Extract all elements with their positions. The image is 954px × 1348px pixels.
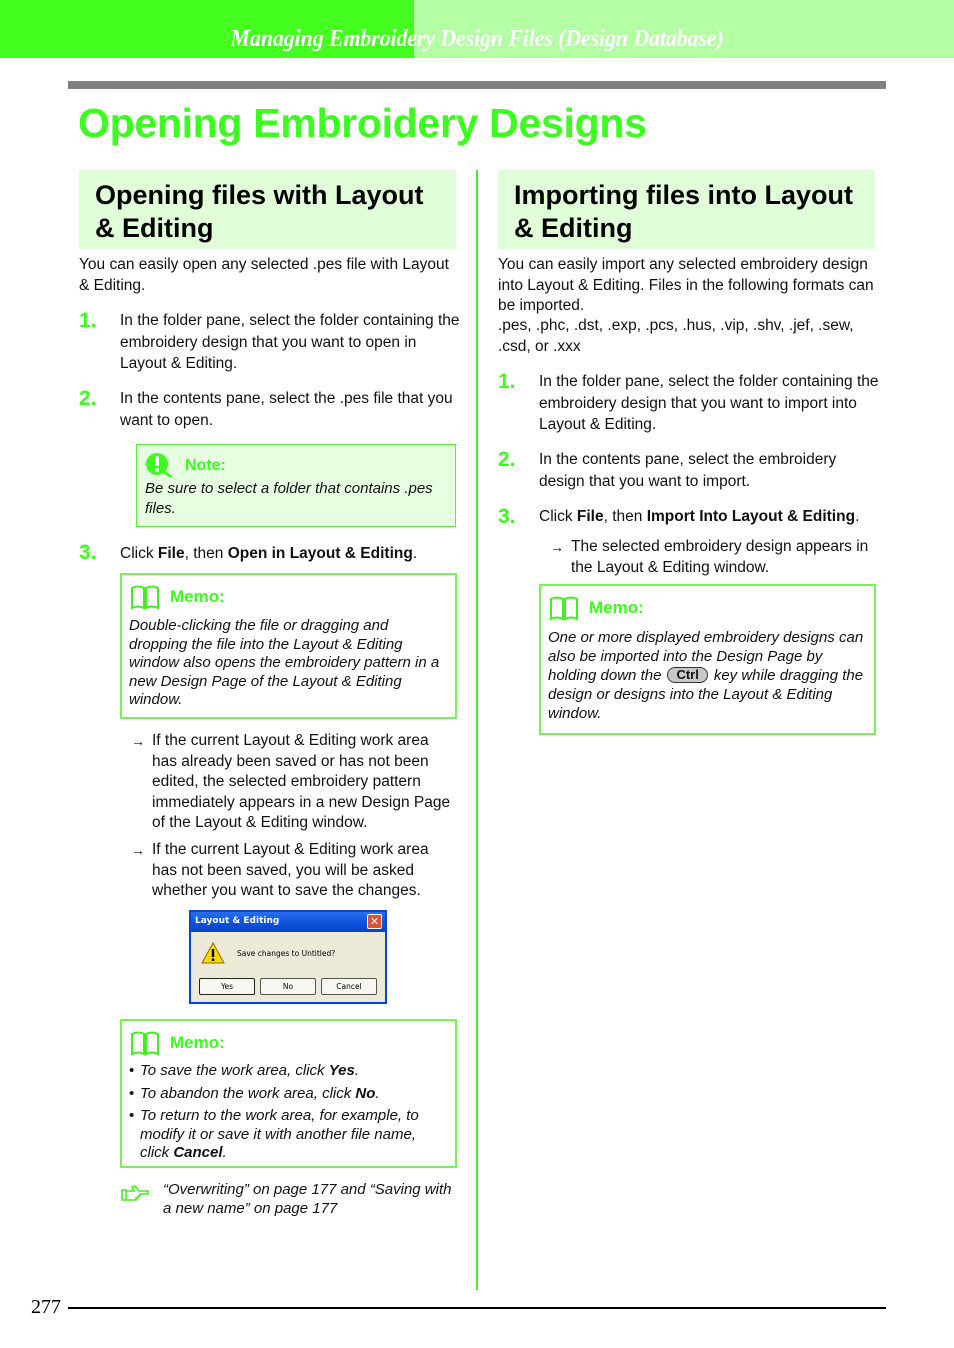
bullet-bold: No <box>355 1084 376 1102</box>
result-text: The selected embroidery design appears i… <box>571 538 869 576</box>
step-text-part: Click <box>539 508 577 525</box>
bullet-text: . <box>375 1084 380 1102</box>
dialog-message: Save changes to Untitled? <box>237 949 336 958</box>
memo-box: Memo: One or more displayed embroidery d… <box>539 584 876 735</box>
book-icon <box>550 596 578 621</box>
cross-reference[interactable]: “Overwriting” on page 177 and “Saving wi… <box>163 1180 453 1218</box>
menu-name-file: File <box>576 508 604 525</box>
menu-name-file: File <box>157 545 185 562</box>
left-intro: You can easily open any selected .pes fi… <box>79 256 449 294</box>
bullet-text: . <box>222 1144 227 1161</box>
dialog-titlebar: Layout & Editing ✕ <box>191 912 385 932</box>
warning-icon <box>201 942 225 964</box>
yes-button[interactable]: Yes <box>199 978 255 995</box>
memo-bullet-list: To save the work area, click Yes. To aba… <box>129 1062 444 1167</box>
right-intro: You can easily import any selected embro… <box>498 256 874 314</box>
section-heading-opening: Opening files with Layout & Editing <box>79 170 456 249</box>
memo-bullet: To return to the work area, for example,… <box>129 1107 444 1163</box>
memo-bullet: To abandon the work area, click No. <box>129 1085 444 1104</box>
arrow-right-icon: → <box>131 733 145 749</box>
memo-box: Memo: To save the work area, click Yes. … <box>120 1019 457 1168</box>
pointing-hand-icon <box>121 1185 149 1201</box>
column-divider <box>476 170 478 1290</box>
chapter-title: Managing Embroidery Design Files (Design… <box>230 26 724 52</box>
note-exclamation-icon <box>146 453 173 477</box>
no-button[interactable]: No <box>260 978 316 995</box>
step-text: In the folder pane, select the folder co… <box>120 312 460 372</box>
memo-label: Memo: <box>170 1033 225 1052</box>
save-changes-dialog: Layout & Editing ✕ Save changes to Untit… <box>189 910 387 1004</box>
menu-command-import: Import Into Layout & Editing <box>646 508 856 525</box>
step-text-part: , then <box>603 508 647 525</box>
note-box: Note: Be sure to select a folder that co… <box>136 444 456 527</box>
close-icon[interactable]: ✕ <box>367 914 382 929</box>
result-item: → If the current Layout & Editing work a… <box>131 731 457 834</box>
step-text: In the contents pane, select the .pes fi… <box>120 390 453 429</box>
cancel-button[interactable]: Cancel <box>321 978 377 995</box>
supported-formats: .pes, .phc, .dst, .exp, .pcs, .hus, .vip… <box>498 317 854 355</box>
menu-command-open: Open in Layout & Editing <box>227 545 413 562</box>
step-text: In the contents pane, select the embroid… <box>539 451 837 490</box>
step-text: In the folder pane, select the folder co… <box>539 373 879 433</box>
step-text-part: . <box>855 508 860 525</box>
step-text-part: , then <box>184 545 228 562</box>
step-number: 3. <box>79 541 97 564</box>
page-number: 277 <box>31 1296 61 1318</box>
arrow-right-icon: → <box>131 842 145 858</box>
memo-label: Memo: <box>170 587 225 606</box>
result-item: → The selected embroidery design appears… <box>550 537 876 578</box>
step-number: 2. <box>79 387 97 410</box>
bullet-text: To save the work area, click <box>140 1062 329 1079</box>
step-number: 3. <box>498 505 516 528</box>
memo-bullet: To save the work area, click Yes. <box>129 1062 444 1081</box>
bullet-bold: Cancel <box>173 1144 223 1161</box>
note-label: Note: <box>185 457 226 474</box>
ctrl-key-icon: Ctrl <box>667 667 708 683</box>
bullet-bold: Yes <box>328 1062 355 1079</box>
result-item: → If the current Layout & Editing work a… <box>131 840 457 902</box>
memo-label: Memo: <box>589 598 644 617</box>
step-number: 2. <box>498 448 516 471</box>
bullet-text: To abandon the work area, click <box>140 1084 356 1102</box>
book-icon <box>131 585 159 610</box>
memo-box: Memo: Double-clicking the file or draggi… <box>120 573 457 719</box>
memo-text: Double-clicking the file or dragging and… <box>129 617 440 708</box>
step-text: Click File, then Import Into Layout & Ed… <box>539 506 884 528</box>
chapter-header: Managing Embroidery Design Files (Design… <box>0 0 954 58</box>
step-number: 1. <box>498 370 516 393</box>
bullet-text: . <box>354 1062 360 1079</box>
memo-text: One or more displayed embroidery designs… <box>548 628 870 723</box>
result-text: If the current Layout & Editing work are… <box>152 732 451 831</box>
dialog-title: Layout & Editing <box>195 916 280 926</box>
arrow-right-icon: → <box>550 539 564 555</box>
title-rule <box>68 81 886 89</box>
book-icon <box>131 1031 159 1056</box>
footer-rule <box>68 1307 886 1309</box>
note-text: Be sure to select a folder that contains… <box>145 480 433 517</box>
step-text-part: . <box>412 545 418 562</box>
step-number: 1. <box>79 309 97 332</box>
step-text-part: Click <box>120 545 158 562</box>
step-text: Click File, then Open in Layout & Editin… <box>120 543 465 565</box>
page-title: Opening Embroidery Designs <box>78 100 647 146</box>
section-heading-importing: Importing files into Layout & Editing <box>498 170 875 249</box>
result-text: If the current Layout & Editing work are… <box>152 841 429 899</box>
